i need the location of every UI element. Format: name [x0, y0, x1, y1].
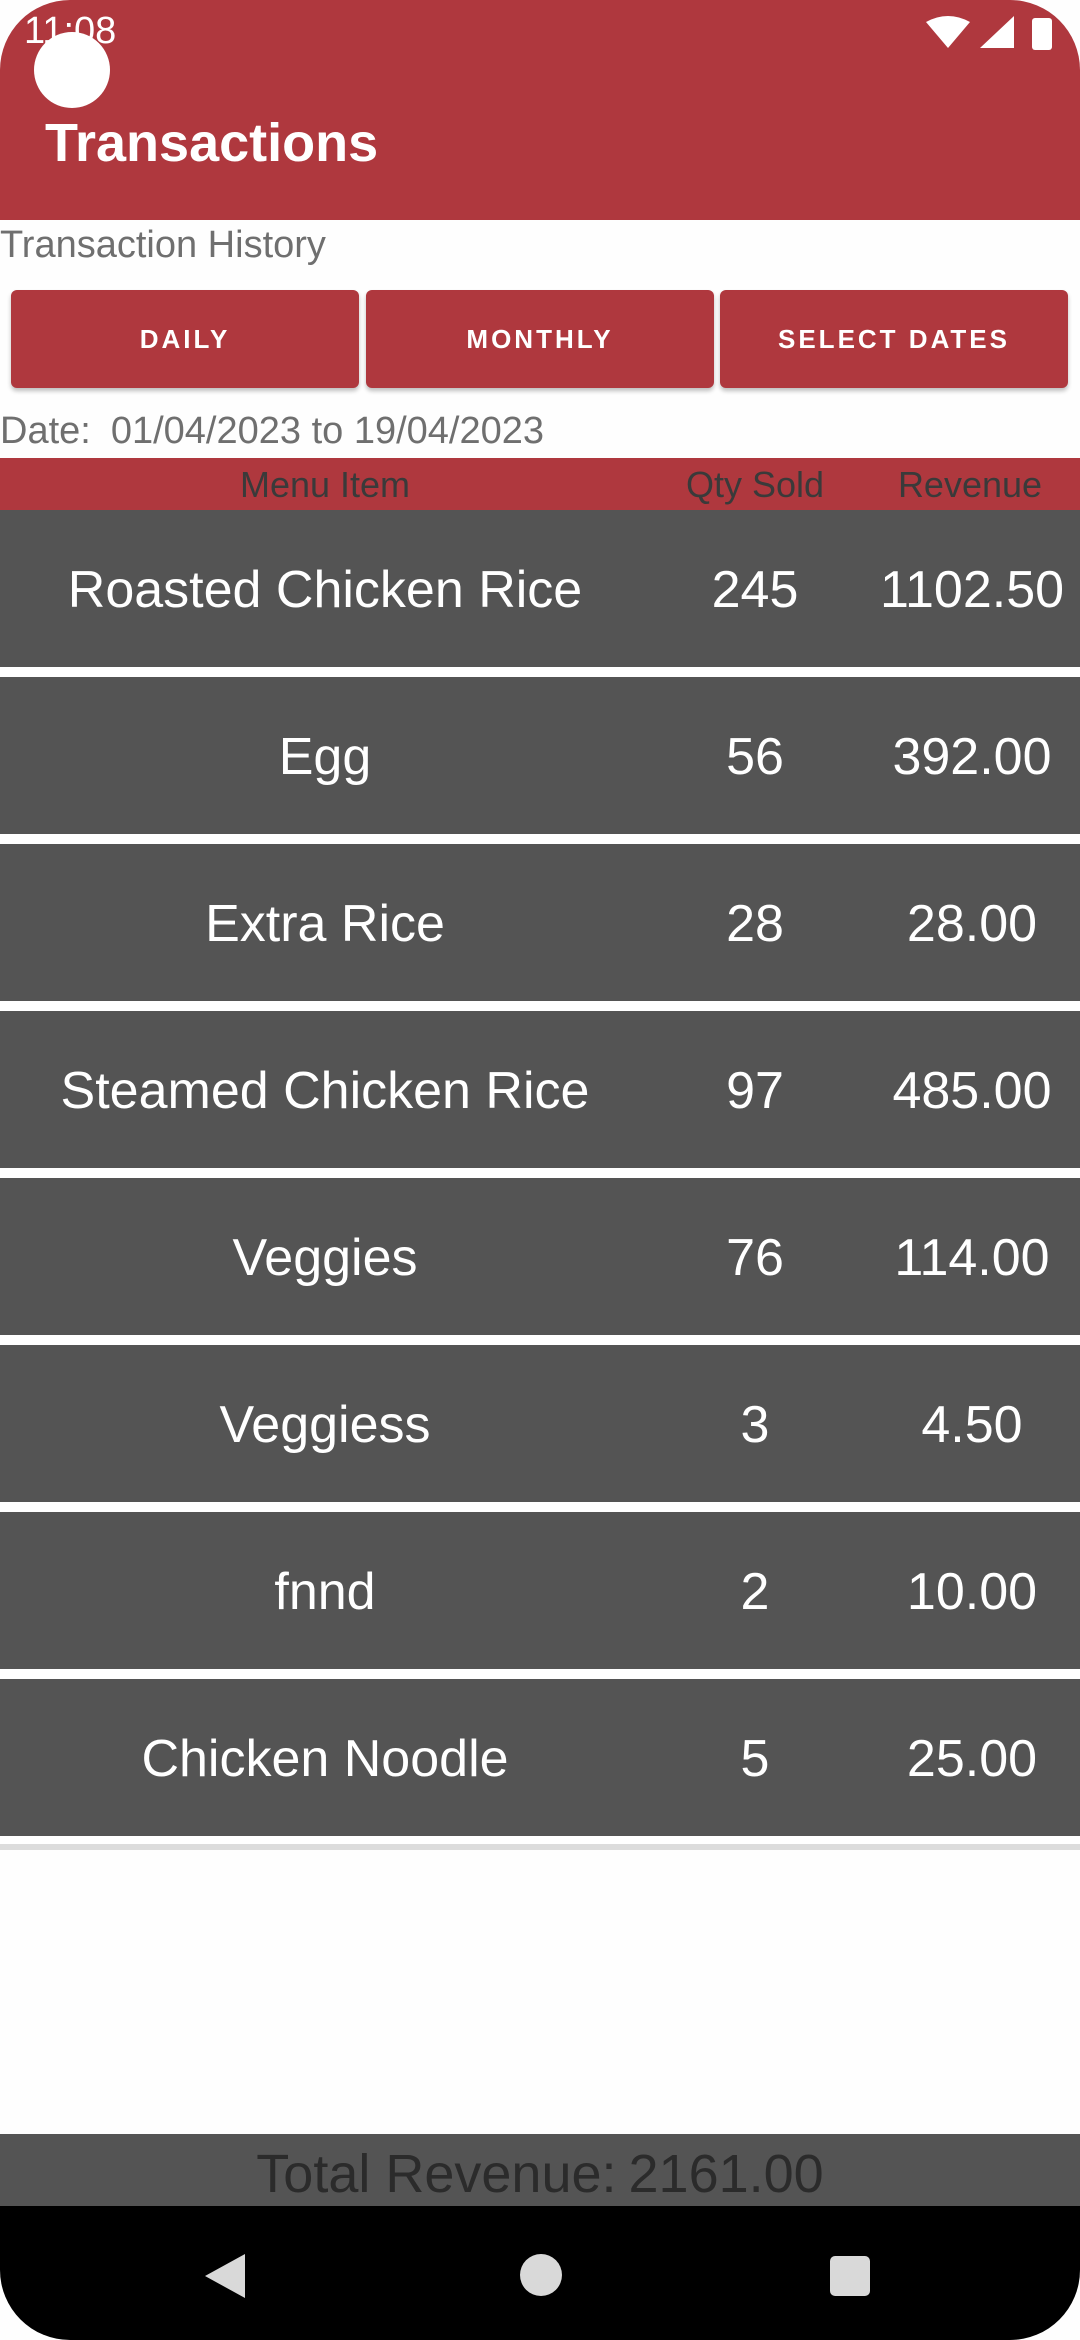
recents-icon[interactable] — [830, 2256, 870, 2296]
row-revenue: 25.00 — [906, 1730, 1038, 1788]
total-label: Total Revenue: — [256, 2144, 617, 2204]
home-icon[interactable] — [520, 2254, 562, 2296]
row-revenue: 114.00 — [894, 1229, 1050, 1287]
status-icons — [926, 16, 1052, 50]
camera-cutout — [34, 32, 110, 108]
date-value: 01/04/2023 to 19/04/2023 — [110, 410, 545, 452]
row-revenue: 4.50 — [921, 1396, 1023, 1454]
total-revenue-bar: Total Revenue: 2161.00 — [0, 2134, 1080, 2214]
header-qty-sold: Qty Sold — [685, 464, 825, 505]
row-item: fnnd — [274, 1563, 376, 1621]
table-row[interactable]: Veggies 76 114.00 — [0, 1178, 1080, 1345]
date-range: Date: 01/04/2023 to 19/04/2023 — [0, 410, 564, 453]
phone-screen: 11:08 Transactions Transaction History D… — [0, 0, 1080, 2340]
table-row[interactable]: Egg 56 392.00 — [0, 677, 1080, 844]
row-qty: 28 — [726, 895, 784, 953]
row-item: Veggies — [232, 1229, 418, 1287]
section-title: Transaction History — [0, 224, 326, 266]
row-item: Extra Rice — [205, 895, 445, 953]
header-menu-item: Menu Item — [239, 464, 411, 505]
daily-button[interactable]: DAILY — [11, 290, 359, 388]
table-row[interactable]: Veggiess 3 4.50 — [0, 1345, 1080, 1512]
date-label: Date: — [0, 410, 91, 452]
row-qty: 76 — [726, 1229, 784, 1287]
row-item: Chicken Noodle — [141, 1730, 509, 1788]
row-item: Steamed Chicken Rice — [60, 1062, 590, 1120]
signal-icon — [980, 16, 1014, 48]
row-qty: 5 — [740, 1730, 770, 1788]
select-dates-button[interactable]: SELECT DATES — [720, 290, 1068, 388]
battery-icon — [1032, 18, 1052, 50]
row-revenue: 392.00 — [892, 728, 1052, 786]
table-row[interactable]: Chicken Noodle 5 25.00 — [0, 1679, 1080, 1846]
table-row[interactable]: Roasted Chicken Rice 245 1102.50 — [0, 510, 1080, 677]
row-qty: 3 — [740, 1396, 770, 1454]
header-revenue: Revenue — [897, 464, 1043, 505]
row-revenue: 10.00 — [906, 1563, 1038, 1621]
table-row[interactable]: Steamed Chicken Rice 97 485.00 — [0, 1011, 1080, 1178]
transaction-list: Roasted Chicken Rice 245 1102.50 Egg 56 … — [0, 510, 1080, 1846]
row-revenue: 28.00 — [906, 895, 1038, 953]
table-row[interactable]: Extra Rice 28 28.00 — [0, 844, 1080, 1011]
list-divider — [0, 1844, 1080, 1847]
navigation-bar — [0, 2206, 1080, 2340]
wifi-icon — [926, 16, 970, 48]
row-qty: 245 — [711, 561, 799, 619]
row-qty: 97 — [726, 1062, 784, 1120]
monthly-button[interactable]: MONTHLY — [366, 290, 714, 388]
total-value: 2161.00 — [628, 2144, 824, 2204]
row-qty: 2 — [740, 1563, 770, 1621]
app-bar: 11:08 Transactions — [0, 0, 1080, 220]
page-title: Transactions — [45, 113, 379, 173]
back-icon[interactable] — [205, 2254, 245, 2298]
row-revenue: 1102.50 — [879, 561, 1065, 619]
row-item: Egg — [278, 728, 372, 786]
row-item: Veggiess — [219, 1396, 431, 1454]
row-qty: 56 — [726, 728, 784, 786]
row-item: Roasted Chicken Rice — [67, 561, 583, 619]
table-header: Menu Item Qty Sold Revenue — [0, 458, 1080, 510]
row-revenue: 485.00 — [892, 1062, 1052, 1120]
table-row[interactable]: fnnd 2 10.00 — [0, 1512, 1080, 1679]
